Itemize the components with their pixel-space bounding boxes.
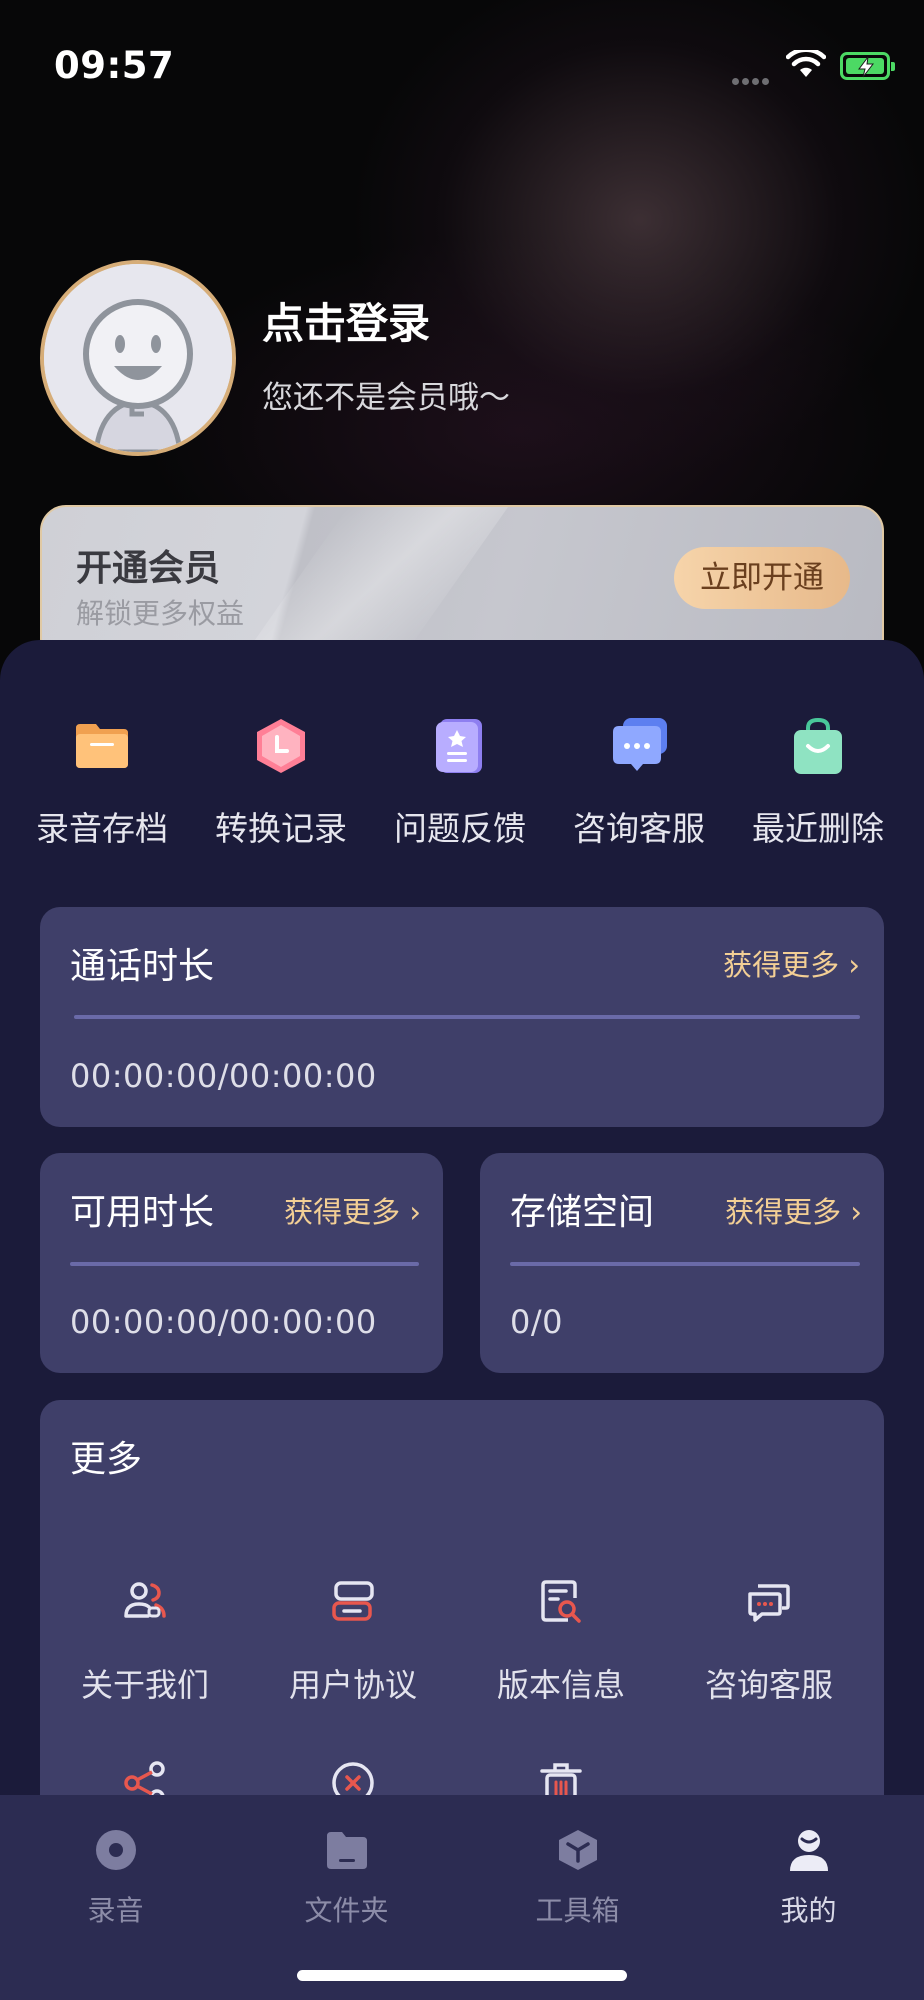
record-icon bbox=[96, 1830, 136, 1870]
tab-label: 工具箱 bbox=[535, 1894, 620, 1927]
quick-action-label: 咨询客服 bbox=[573, 809, 705, 848]
storage-card: 存储空间 获得更多 › 0/0 bbox=[480, 1153, 884, 1373]
more-item-about-us[interactable]: 关于我们 bbox=[40, 1578, 250, 1738]
status-time: 09:57 bbox=[54, 44, 175, 87]
vip-title: 开通会员 bbox=[76, 548, 221, 589]
progress-bar bbox=[70, 1262, 419, 1266]
more-item-label: 关于我们 bbox=[80, 1666, 209, 1704]
agreement-icon bbox=[332, 1581, 374, 1621]
more-item-user-agreement[interactable]: 用户协议 bbox=[248, 1578, 458, 1738]
more-item-label: 咨询客服 bbox=[704, 1666, 833, 1704]
storage-value: 0/0 bbox=[510, 1303, 563, 1341]
duration-value: 00:00:00/00:00:00 bbox=[70, 1057, 377, 1095]
progress-bar bbox=[74, 1015, 860, 1019]
get-more-label: 获得更多 bbox=[723, 948, 840, 982]
tab-label: 录音 bbox=[87, 1894, 144, 1927]
chevron-right-icon: › bbox=[839, 948, 860, 982]
chat-bubble-icon bbox=[613, 718, 667, 771]
chevron-right-icon: › bbox=[400, 1195, 421, 1229]
toolbox-icon bbox=[559, 1830, 597, 1870]
quick-action-label: 转换记录 bbox=[215, 809, 347, 848]
home-indicator bbox=[297, 1970, 627, 1981]
more-item-customer-service[interactable]: 咨询客服 bbox=[664, 1578, 874, 1738]
wifi-icon bbox=[786, 50, 826, 77]
login-link[interactable]: 点击登录 bbox=[262, 290, 430, 351]
bag-icon bbox=[794, 717, 842, 774]
avatar[interactable] bbox=[40, 260, 236, 456]
call-duration-card: 通话时长 获得更多 › 00:00:00/00:00:00 bbox=[40, 907, 884, 1127]
chat-icon bbox=[748, 1584, 790, 1622]
tab-toolbox[interactable]: 工具箱 bbox=[462, 1813, 693, 1933]
member-status-text: 您还不是会员哦～ bbox=[262, 380, 510, 416]
get-more-label: 获得更多 bbox=[284, 1195, 401, 1229]
cellular-signal-icon bbox=[732, 70, 772, 89]
quick-action-label: 最近删除 bbox=[752, 809, 884, 848]
quick-action-label: 录音存档 bbox=[36, 809, 168, 848]
more-item-label: 版本信息 bbox=[496, 1666, 625, 1704]
folder-tab-icon bbox=[327, 1832, 367, 1869]
folder-icon bbox=[76, 724, 128, 768]
quick-action-recording-archive[interactable]: 录音存档 bbox=[12, 640, 192, 848]
get-more-link[interactable]: 获得更多 › bbox=[725, 1189, 862, 1231]
tab-folder[interactable]: 文件夹 bbox=[231, 1813, 462, 1933]
chevron-right-icon: › bbox=[841, 1195, 862, 1229]
get-more-link[interactable]: 获得更多 › bbox=[723, 942, 860, 984]
tab-mine[interactable]: 我的 bbox=[693, 1813, 924, 1933]
available-duration-card: 可用时长 获得更多 › 00:00:00/00:00:00 bbox=[40, 1153, 443, 1373]
quick-action-label: 问题反馈 bbox=[394, 809, 526, 848]
more-item-label: 用户协议 bbox=[288, 1666, 417, 1704]
quick-action-convert-history[interactable]: 转换记录 bbox=[191, 640, 371, 848]
default-avatar-icon bbox=[44, 264, 232, 452]
version-search-icon bbox=[541, 1580, 581, 1623]
users-icon bbox=[124, 1582, 166, 1618]
open-vip-button[interactable]: 立即开通 bbox=[674, 547, 850, 609]
progress-bar bbox=[510, 1262, 860, 1266]
card-title: 通话时长 bbox=[70, 946, 215, 987]
more-section-title: 更多 bbox=[70, 1439, 143, 1480]
card-title: 可用时长 bbox=[70, 1192, 215, 1233]
quick-action-customer-service[interactable]: 咨询客服 bbox=[549, 640, 729, 848]
more-section: 更多 关于我们 用户协议 版本信息 咨询客服 bbox=[40, 1400, 884, 1820]
status-bar: 09:57 bbox=[0, 0, 924, 120]
clock-hexagon-icon bbox=[257, 719, 305, 773]
profile-icon bbox=[790, 1830, 828, 1871]
more-item-version-info[interactable]: 版本信息 bbox=[456, 1578, 666, 1738]
get-more-label: 获得更多 bbox=[725, 1195, 842, 1229]
quick-action-feedback[interactable]: 问题反馈 bbox=[370, 640, 550, 848]
card-title: 存储空间 bbox=[510, 1192, 655, 1233]
duration-value: 00:00:00/00:00:00 bbox=[70, 1303, 377, 1341]
get-more-link[interactable]: 获得更多 › bbox=[284, 1189, 421, 1231]
vip-subtitle: 解锁更多权益 bbox=[76, 597, 245, 630]
feedback-icon bbox=[436, 719, 482, 773]
tab-label: 文件夹 bbox=[304, 1894, 389, 1927]
quick-action-recently-deleted[interactable]: 最近删除 bbox=[728, 640, 908, 848]
tab-label: 我的 bbox=[780, 1894, 837, 1927]
battery-icon bbox=[840, 52, 895, 80]
tab-record[interactable]: 录音 bbox=[0, 1813, 231, 1933]
